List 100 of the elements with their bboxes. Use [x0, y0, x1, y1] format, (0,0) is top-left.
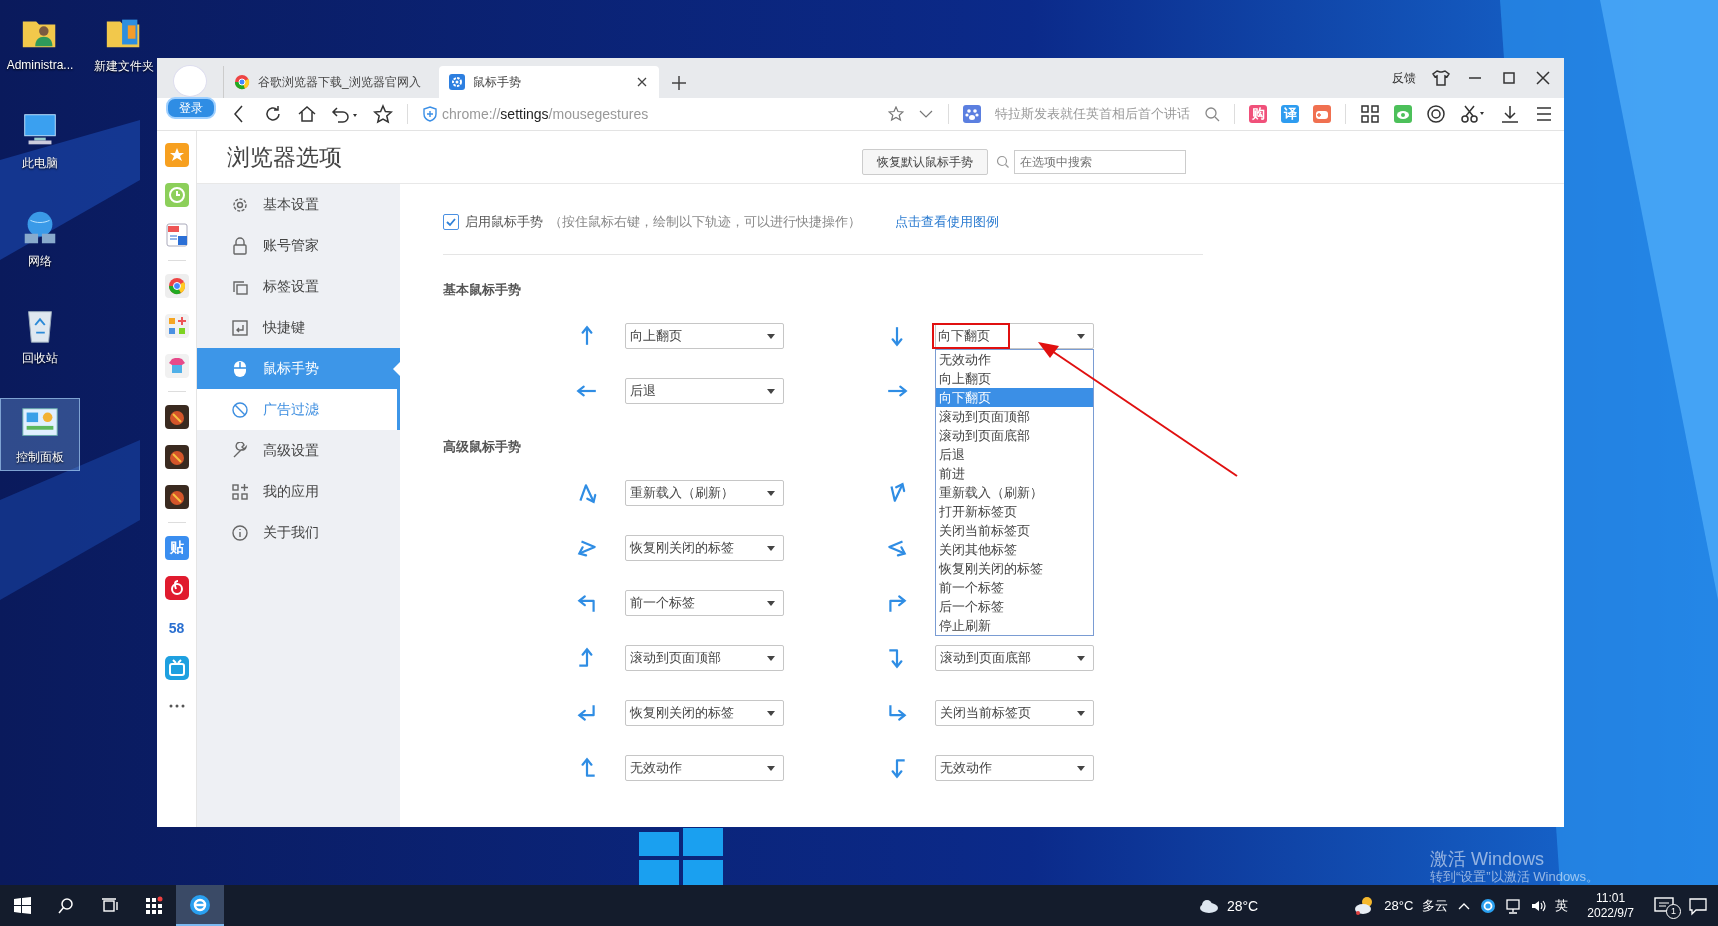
app-grid-icon[interactable]: [144, 895, 164, 916]
dropdown-option[interactable]: 打开新标签页: [936, 502, 1093, 521]
action-dropdown[interactable]: 向下翻页: [935, 323, 1094, 349]
sidebar-item[interactable]: 高级设置: [197, 430, 400, 471]
paw-icon[interactable]: [963, 105, 981, 123]
action-dropdown[interactable]: 向上翻页: [625, 323, 784, 349]
desktop-icon-label: 新建文件夹: [94, 58, 154, 75]
caret-icon: [767, 765, 775, 771]
sidebar-item[interactable]: 关于我们: [197, 512, 400, 553]
new-tab-icon[interactable]: [671, 75, 687, 91]
reload-icon[interactable]: [263, 104, 283, 124]
home-icon[interactable]: [297, 104, 317, 124]
action-dropdown[interactable]: 滚动到页面顶部: [625, 645, 784, 671]
menu-icon[interactable]: [1534, 104, 1554, 124]
dropdown-option[interactable]: 向上翻页: [936, 369, 1093, 388]
dropdown-option[interactable]: 后退: [936, 445, 1093, 464]
star-icon[interactable]: [888, 106, 904, 122]
apps-icon: [231, 482, 249, 501]
windows-logo-icon: [639, 828, 723, 885]
dropdown-option[interactable]: 关闭当前标签页: [936, 521, 1093, 540]
desktop-icon[interactable]: Administra...: [0, 8, 80, 76]
weather-temperature[interactable]: 28°C: [1226, 897, 1259, 914]
desktop-icon[interactable]: 回收站: [0, 300, 80, 371]
tray-weather[interactable]: 多云: [1422, 896, 1449, 915]
message-icon[interactable]: [1653, 894, 1675, 915]
tv-icon[interactable]: [164, 656, 189, 680]
wrench-icon: [231, 441, 249, 460]
address-field[interactable]: chrome://settings/mousegestures: [422, 106, 842, 122]
spiral-icon[interactable]: [1426, 104, 1446, 124]
action-dropdown[interactable]: 关闭当前标签页: [935, 700, 1094, 726]
apps-icon[interactable]: [164, 314, 189, 338]
search-icon[interactable]: [57, 896, 75, 915]
dropdown-option[interactable]: 恢复刚关闭的标签: [936, 559, 1093, 578]
game-icon[interactable]: [164, 405, 189, 429]
dropdown-option[interactable]: 重新载入（刷新）: [936, 483, 1093, 502]
action-dropdown[interactable]: 无效动作: [625, 755, 784, 781]
desktop-icon[interactable]: 此电脑: [0, 105, 80, 176]
restore-defaults-button[interactable]: 恢复默认鼠标手势: [862, 149, 988, 175]
action-center-icon[interactable]: [1688, 895, 1708, 916]
action-dropdown[interactable]: 恢复刚关闭的标签: [625, 700, 784, 726]
dropdown-option[interactable]: 无效动作: [936, 350, 1093, 369]
close-icon[interactable]: [635, 75, 649, 89]
input-method[interactable]: 英: [1555, 896, 1569, 915]
document-icon[interactable]: [164, 223, 189, 247]
game-icon[interactable]: [164, 445, 189, 469]
windows-start-icon[interactable]: [12, 896, 32, 915]
action-dropdown[interactable]: 恢复刚关闭的标签: [625, 535, 784, 561]
usage-link[interactable]: 点击查看使用图例: [895, 213, 999, 231]
browser-tab[interactable]: 鼠标手势: [439, 66, 659, 98]
star-icon[interactable]: [373, 104, 393, 124]
sidebar-item[interactable]: 我的应用: [197, 471, 400, 512]
action-dropdown[interactable]: 后退: [625, 378, 784, 404]
clock-date[interactable]: 2022/9/7: [1587, 905, 1634, 921]
browser-tab[interactable]: 谷歌浏览器下载_浏览器官网入: [223, 66, 433, 98]
sidebar-item[interactable]: 基本设置: [197, 184, 400, 225]
undo-icon[interactable]: [331, 104, 359, 124]
caret-icon: [1077, 710, 1085, 716]
sidebar-item[interactable]: 标签设置: [197, 266, 400, 307]
dropdown-option[interactable]: 关闭其他标签: [936, 540, 1093, 559]
shield-icon: [422, 106, 438, 122]
desktop-icon-label: 回收站: [22, 350, 58, 367]
feedback-link[interactable]: 反馈: [1392, 69, 1416, 87]
search-field[interactable]: 在选项中搜索: [1014, 150, 1186, 174]
search-icon: [996, 155, 1010, 169]
gamepad-icon[interactable]: [1313, 105, 1331, 123]
dropdown-option[interactable]: 停止刷新: [936, 616, 1093, 635]
sidebar-item[interactable]: 快捷键: [197, 307, 400, 348]
maximize-icon[interactable]: [1500, 69, 1518, 87]
network-icon[interactable]: [1505, 897, 1522, 914]
clock-time[interactable]: 11:01: [1596, 890, 1626, 906]
sidebar-item[interactable]: 账号管家: [197, 225, 400, 266]
action-dropdown[interactable]: 无效动作: [935, 755, 1094, 781]
close-icon[interactable]: [1534, 69, 1552, 87]
shirt-icon[interactable]: [1432, 69, 1450, 87]
checkbox-label: 启用鼠标手势: [465, 213, 543, 231]
action-dropdown[interactable]: 前一个标签: [625, 590, 784, 616]
gesture-arrow-icon: [576, 592, 598, 614]
tray-temperature[interactable]: 28°C: [1384, 898, 1414, 913]
action-dropdown[interactable]: 滚动到页面底部: [935, 645, 1094, 671]
dropdown-option[interactable]: 滚动到页面顶部: [936, 407, 1093, 426]
game-icon[interactable]: [164, 485, 189, 509]
download-icon[interactable]: [1500, 104, 1520, 124]
dropdown-option[interactable]: 前一个标签: [936, 578, 1093, 597]
task-view-icon[interactable]: [101, 896, 119, 915]
caret-icon: [767, 388, 775, 394]
dropdown-option[interactable]: 滚动到页面底部: [936, 426, 1093, 445]
grid-icon[interactable]: [1360, 104, 1380, 124]
desktop-icon[interactable]: 控制面板: [0, 398, 80, 471]
browser-icon[interactable]: [189, 893, 211, 916]
music-icon[interactable]: [164, 576, 189, 600]
dropdown-option[interactable]: 前进: [936, 464, 1093, 483]
dropdown-option[interactable]: 后一个标签: [936, 597, 1093, 616]
browser-icon[interactable]: [1480, 897, 1497, 914]
action-dropdown[interactable]: 重新载入（刷新）: [625, 480, 784, 506]
desktop-icon[interactable]: 网络: [0, 203, 80, 274]
desktop-icon[interactable]: 新建文件夹: [84, 8, 164, 79]
sidebar-item[interactable]: 广告过滤: [197, 389, 400, 430]
caret-icon: [767, 545, 775, 551]
checkbox[interactable]: [443, 214, 459, 230]
scissors-icon[interactable]: [1460, 104, 1486, 124]
